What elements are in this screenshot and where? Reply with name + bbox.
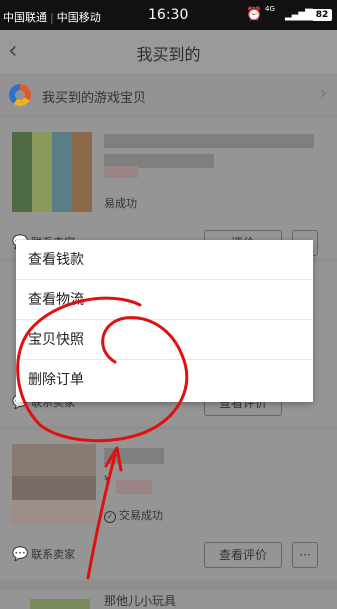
game-purchases-row[interactable]: 我买到的游戏宝贝 ›: [0, 76, 337, 114]
nav-bar: ‹ 我买到的: [0, 30, 337, 74]
blurred-title: [104, 448, 164, 464]
chevron-right-icon: ›: [319, 83, 327, 104]
menu-item-delete-order[interactable]: 删除订单: [16, 360, 313, 400]
order-card[interactable]: 易成功 💬联系卖家 评价: [0, 118, 337, 258]
network-indicator: 4G: [265, 5, 275, 13]
check-circle-icon: ✓: [104, 511, 116, 523]
price-prefix: ¥: [104, 474, 111, 485]
order-status-line: ✓ 交易成功: [104, 507, 163, 523]
carrier-info: 中国联通 | 中国移动: [3, 9, 101, 25]
menu-item-view-money[interactable]: 查看钱款: [16, 240, 313, 280]
contact-seller-button[interactable]: 💬联系卖家: [12, 546, 75, 562]
contact-seller-label: 联系卖家: [31, 548, 76, 561]
battery-level: 82: [312, 9, 332, 21]
order-context-menu: 查看钱款 查看物流 宝贝快照 删除订单: [16, 240, 313, 402]
carrier-2: 中国移动: [56, 11, 101, 24]
alarm-icon: ⏰: [246, 7, 263, 22]
blurred-price: [104, 166, 138, 178]
product-thumbnail[interactable]: [30, 599, 90, 609]
chat-icon: 💬: [12, 547, 29, 562]
order-status: 易成功: [104, 197, 137, 210]
page-title: 我买到的: [136, 45, 201, 64]
signal-icon: ▂▄▆█: [285, 10, 313, 21]
menu-item-item-snapshot[interactable]: 宝贝快照: [16, 320, 313, 360]
order-card[interactable]: ¥ ✓ 交易成功 💬 联系卖家 查看评价 ···: [0, 430, 337, 580]
view-review-button[interactable]: 查看评价: [204, 542, 282, 568]
more-button[interactable]: ···: [292, 542, 318, 568]
product-thumbnail[interactable]: [12, 132, 92, 212]
order-card[interactable]: 那他儿小玩具: [0, 590, 337, 609]
status-bar: 中国联通 | 中国移动 16:30 ⏰ 4G ▂▄▆█ 82: [0, 0, 337, 30]
carrier-1: 中国联通: [3, 11, 47, 24]
menu-item-view-logistics[interactable]: 查看物流: [16, 280, 313, 320]
order-status: 交易成功: [119, 509, 163, 522]
product-title: 那他儿小玩具: [104, 594, 177, 608]
carrier-separator: |: [50, 11, 54, 24]
blurred-price: [116, 480, 152, 494]
blurred-title: [104, 134, 314, 148]
clock: 16:30: [148, 7, 189, 23]
game-purchases-label: 我买到的游戏宝贝: [42, 91, 147, 106]
product-thumbnail[interactable]: [12, 444, 96, 524]
game-logo-icon: [9, 84, 31, 106]
